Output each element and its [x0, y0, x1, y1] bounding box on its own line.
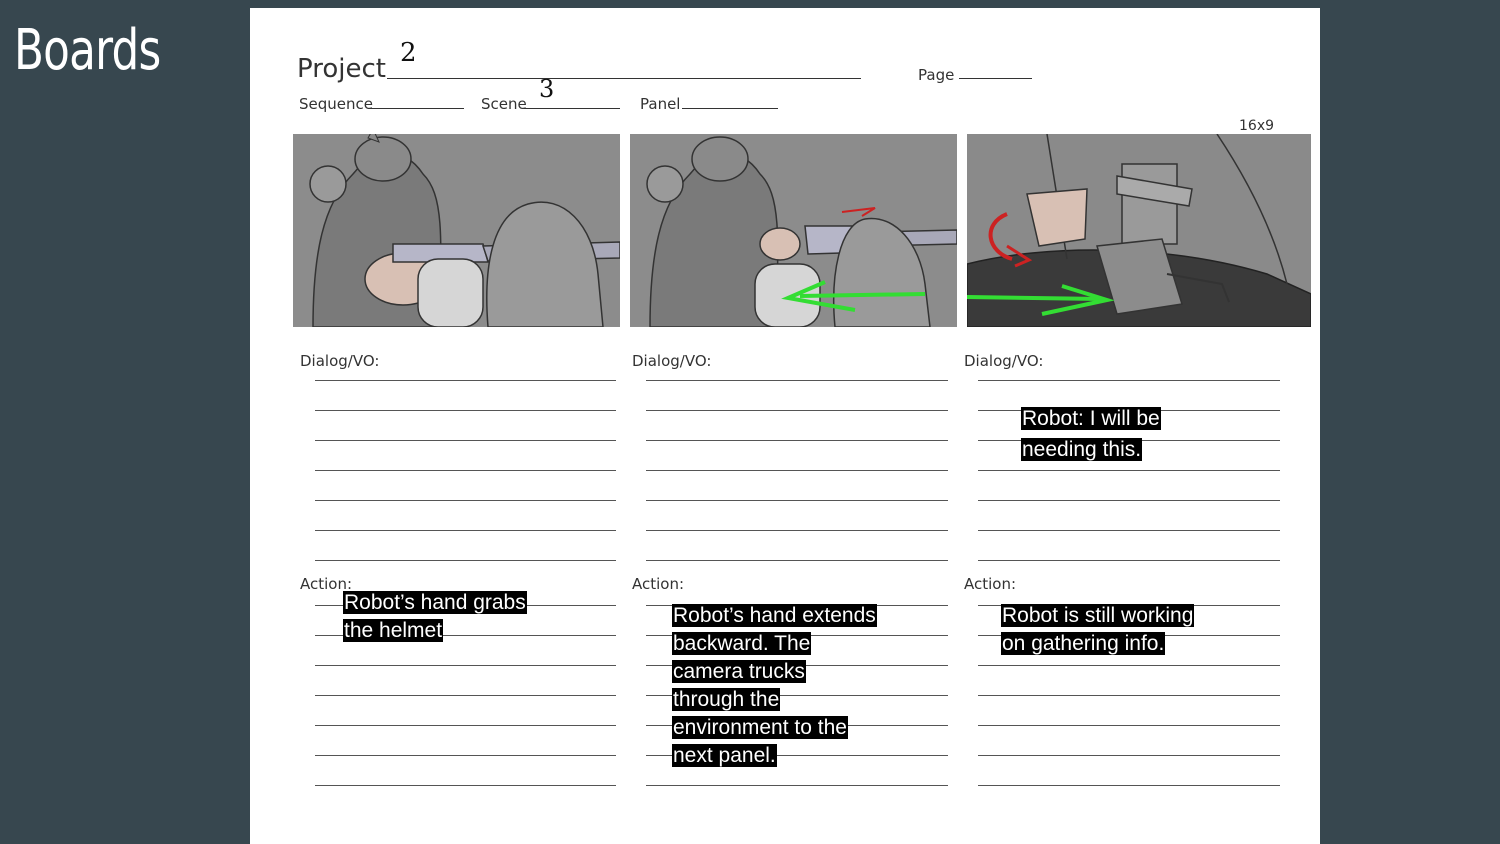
- project-value: 2: [400, 38, 417, 68]
- slide-title: Boards: [14, 18, 161, 83]
- scene-line: [524, 108, 620, 109]
- panel-label: Panel: [640, 95, 681, 113]
- action-label-2: Action:: [632, 575, 685, 593]
- scene-label: Scene: [481, 95, 527, 113]
- scene-value: 3: [539, 75, 555, 103]
- dialog-label-3: Dialog/VO:: [964, 352, 1044, 370]
- storyboard-frame-1: [293, 134, 620, 327]
- storyboard-frame-3: [967, 134, 1311, 327]
- project-label: Project: [297, 54, 386, 84]
- page-label: Page: [918, 66, 955, 84]
- aspect-label: 16x9: [1239, 118, 1275, 134]
- panel-line: [682, 108, 778, 109]
- project-line: [387, 78, 861, 79]
- storyboard-frame-2: [630, 134, 957, 327]
- action-note-2: Robot’s hand extends backward. The camer…: [672, 604, 877, 767]
- dialog-label-2: Dialog/VO:: [632, 352, 712, 370]
- dialog-label-1: Dialog/VO:: [300, 352, 380, 370]
- action-note-1: Robot’s hand grabs the helmet: [343, 591, 527, 642]
- sequence-line: [368, 108, 464, 109]
- storyboard-sheet: Project 2 Page Sequence Scene 3 Panel 16…: [250, 8, 1320, 844]
- dialog-note-3: Robot: I will be needing this.: [1021, 407, 1161, 461]
- action-label-3: Action:: [964, 575, 1017, 593]
- sequence-label: Sequence: [299, 95, 373, 113]
- page-line: [959, 78, 1032, 79]
- action-note-3: Robot is still working on gathering info…: [1001, 604, 1195, 655]
